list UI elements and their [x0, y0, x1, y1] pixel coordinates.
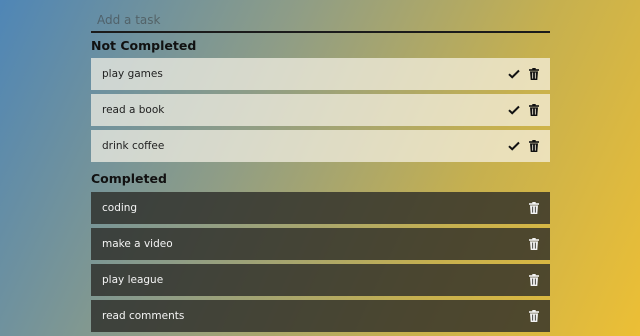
add-task-row — [91, 0, 550, 33]
task-label: read comments — [102, 310, 185, 322]
list-item: drink coffee — [91, 130, 550, 162]
trash-icon[interactable] — [527, 201, 541, 215]
check-icon[interactable] — [507, 139, 521, 153]
trash-icon[interactable] — [527, 67, 541, 81]
list-item: play games — [91, 58, 550, 90]
list-item: read a book — [91, 94, 550, 126]
task-label: drink coffee — [102, 140, 165, 152]
list-item: play league — [91, 264, 550, 296]
list-item: make a video — [91, 228, 550, 260]
list-item: read comments — [91, 300, 550, 332]
trash-icon[interactable] — [527, 103, 541, 117]
task-label: read a book — [102, 104, 165, 116]
trash-icon[interactable] — [527, 309, 541, 323]
completed-list: coding make a video play league read com… — [91, 192, 550, 332]
not-completed-list: play games read a book drink coffee — [91, 58, 550, 162]
completed-heading: Completed — [91, 171, 167, 186]
trash-icon[interactable] — [527, 237, 541, 251]
list-item: coding — [91, 192, 550, 224]
check-icon[interactable] — [507, 103, 521, 117]
todo-app: Not Completed play games read a book dri… — [91, 0, 550, 336]
trash-icon[interactable] — [527, 139, 541, 153]
task-label: play league — [102, 274, 164, 286]
trash-icon[interactable] — [527, 273, 541, 287]
add-task-input[interactable] — [91, 10, 550, 30]
task-label: play games — [102, 68, 163, 80]
task-label: coding — [102, 202, 138, 214]
task-label: make a video — [102, 238, 173, 250]
check-icon[interactable] — [507, 67, 521, 81]
not-completed-heading: Not Completed — [91, 38, 197, 53]
